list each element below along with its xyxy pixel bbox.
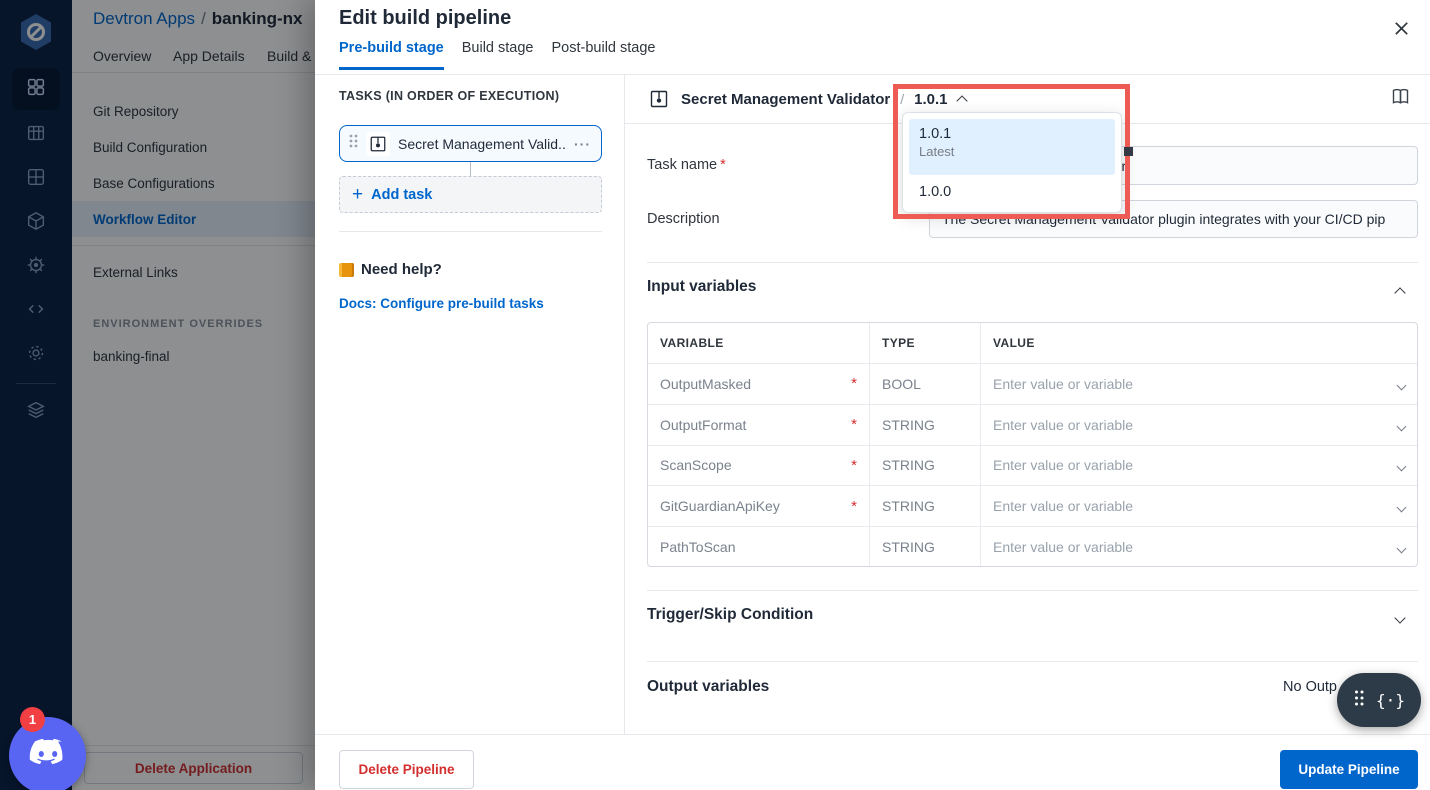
- task-name-label: Task name *: [647, 157, 726, 173]
- docs-link[interactable]: Docs: Configure pre-build tasks: [339, 296, 544, 311]
- update-pipeline-button[interactable]: Update Pipeline: [1280, 750, 1418, 789]
- version-option-1-0-0[interactable]: 1.0.0: [909, 175, 1115, 208]
- drag-handle-icon[interactable]: [1353, 689, 1365, 712]
- edit-build-pipeline-drawer: Edit build pipeline Pre-build stage Buil…: [315, 0, 1430, 790]
- table-row-variable: OutputFormat *: [648, 403, 870, 445]
- column-header-variable: VARIABLE: [648, 323, 870, 363]
- delete-pipeline-button[interactable]: Delete Pipeline: [339, 750, 474, 789]
- plugin-name: Secret Management Validator: [681, 90, 891, 108]
- docs-book-icon[interactable]: [1388, 84, 1412, 108]
- task-connector-line: [470, 162, 471, 176]
- table-row-type: STRING: [870, 444, 981, 486]
- chevron-down-icon: [1396, 498, 1407, 514]
- chevron-down-icon: [1396, 417, 1407, 433]
- table-row-type: STRING: [870, 526, 981, 566]
- latest-tag: Latest: [919, 144, 955, 159]
- table-row-type: BOOL: [870, 363, 981, 404]
- input-variables-heading: Input variables: [647, 278, 757, 295]
- tab-post-build-stage[interactable]: Post-build stage: [552, 40, 656, 70]
- chevron-down-icon: [1396, 457, 1407, 473]
- tab-pre-build-stage[interactable]: Pre-build stage: [339, 40, 444, 70]
- plugin-icon: [647, 87, 671, 111]
- add-task-button[interactable]: + Add task: [339, 176, 602, 213]
- tasks-panel: TASKS (IN ORDER OF EXECUTION) Secret Man…: [315, 75, 625, 734]
- task-card[interactable]: Secret Management Valid... ···: [339, 125, 602, 162]
- chevron-down-icon: [1396, 376, 1407, 392]
- drag-handle-icon[interactable]: [348, 133, 358, 154]
- scoped-variables-widget[interactable]: {·}: [1337, 673, 1421, 727]
- column-header-type: TYPE: [870, 323, 981, 363]
- orange-book-icon: [339, 262, 354, 277]
- plugin-icon: [366, 131, 390, 156]
- expand-trigger-condition-chevron[interactable]: [1394, 609, 1406, 627]
- table-row-variable: OutputMasked *: [648, 363, 870, 404]
- column-header-value: VALUE: [993, 336, 1035, 350]
- chevron-up-icon[interactable]: [955, 95, 968, 107]
- table-row-type: STRING: [870, 485, 981, 527]
- table-row-variable: PathToScan: [648, 526, 870, 566]
- value-select[interactable]: Enter value or variable: [981, 444, 1417, 486]
- plus-icon: +: [352, 184, 364, 205]
- value-select[interactable]: Enter value or variable: [981, 485, 1417, 526]
- drawer-title: Edit build pipeline: [339, 7, 512, 29]
- version-dropdown: 1.0.1 Latest 1.0.0: [902, 112, 1122, 213]
- section-divider: [647, 661, 1418, 662]
- task-card-label: Secret Management Valid...: [398, 135, 566, 152]
- output-variables-heading: Output variables: [647, 678, 770, 695]
- version-selector[interactable]: 1.0.1: [914, 91, 947, 108]
- version-option-1-0-1[interactable]: 1.0.1 Latest: [909, 119, 1115, 175]
- table-row-variable: GitGuardianApiKey *: [648, 485, 870, 527]
- discord-notification-badge: 1: [20, 707, 45, 732]
- tasks-heading: TASKS (IN ORDER OF EXECUTION): [339, 89, 560, 103]
- collapse-input-variables-chevron[interactable]: [1394, 284, 1406, 302]
- screen: Devtron Apps / banking-nx Overview App Det…: [0, 0, 1430, 790]
- discord-widget-button[interactable]: [9, 717, 86, 790]
- stage-tab-bar: Pre-build stage Build stage Post-build s…: [339, 40, 655, 70]
- task-menu-icon[interactable]: ···: [574, 136, 591, 152]
- value-select[interactable]: Enter value or variable: [981, 363, 1417, 404]
- table-row-type: STRING: [870, 403, 981, 445]
- input-variables-table: VARIABLE TYPE VALUE OutputMasked * BOOL E…: [647, 322, 1418, 567]
- value-select[interactable]: Enter value or variable: [981, 526, 1417, 566]
- add-task-label: Add task: [371, 186, 433, 203]
- need-help-heading: Need help?: [339, 261, 442, 278]
- drawer-footer: Delete Pipeline Update Pipeline: [315, 734, 1430, 790]
- table-row-variable: ScanScope *: [648, 444, 870, 486]
- tab-build-stage[interactable]: Build stage: [462, 40, 534, 70]
- value-select[interactable]: Enter value or variable: [981, 403, 1417, 445]
- trigger-condition-heading: Trigger/Skip Condition: [647, 606, 814, 623]
- chevron-down-icon: [1396, 539, 1407, 555]
- description-label: Description: [647, 211, 720, 227]
- section-divider: [647, 262, 1418, 263]
- braces-icon: {·}: [1376, 690, 1405, 710]
- tasks-divider: [339, 231, 602, 232]
- discord-icon: [25, 736, 71, 776]
- section-divider: [647, 590, 1418, 591]
- no-output-text: No Outp: [1283, 679, 1337, 695]
- close-icon[interactable]: [1387, 14, 1415, 42]
